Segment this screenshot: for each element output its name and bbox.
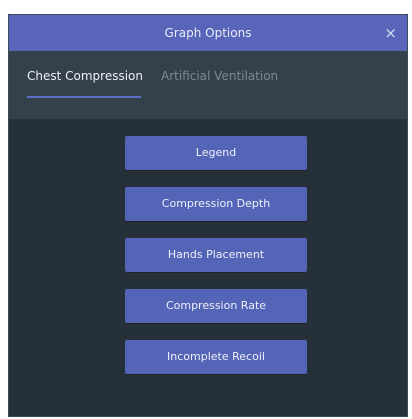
hands-placement-button[interactable]: Hands Placement: [125, 238, 307, 272]
dialog-title: Graph Options: [164, 26, 252, 40]
legend-button[interactable]: Legend: [125, 136, 307, 170]
tab-chest-compression[interactable]: Chest Compression: [27, 51, 143, 101]
incomplete-recoil-button[interactable]: Incomplete Recoil: [125, 340, 307, 374]
tab-artificial-ventilation[interactable]: Artificial Ventilation: [161, 51, 278, 101]
compression-rate-button[interactable]: Compression Rate: [125, 289, 307, 323]
tab-bar: Chest Compression Artificial Ventilation: [9, 51, 407, 119]
active-tab-indicator: [27, 96, 141, 98]
dialog-title-bar: Graph Options ×: [9, 15, 407, 51]
close-icon[interactable]: ×: [384, 15, 397, 51]
compression-depth-button[interactable]: Compression Depth: [125, 187, 307, 221]
options-panel: Legend Compression Depth Hands Placement…: [9, 119, 407, 416]
graph-options-dialog: Graph Options × Chest Compression Artifi…: [8, 14, 408, 417]
